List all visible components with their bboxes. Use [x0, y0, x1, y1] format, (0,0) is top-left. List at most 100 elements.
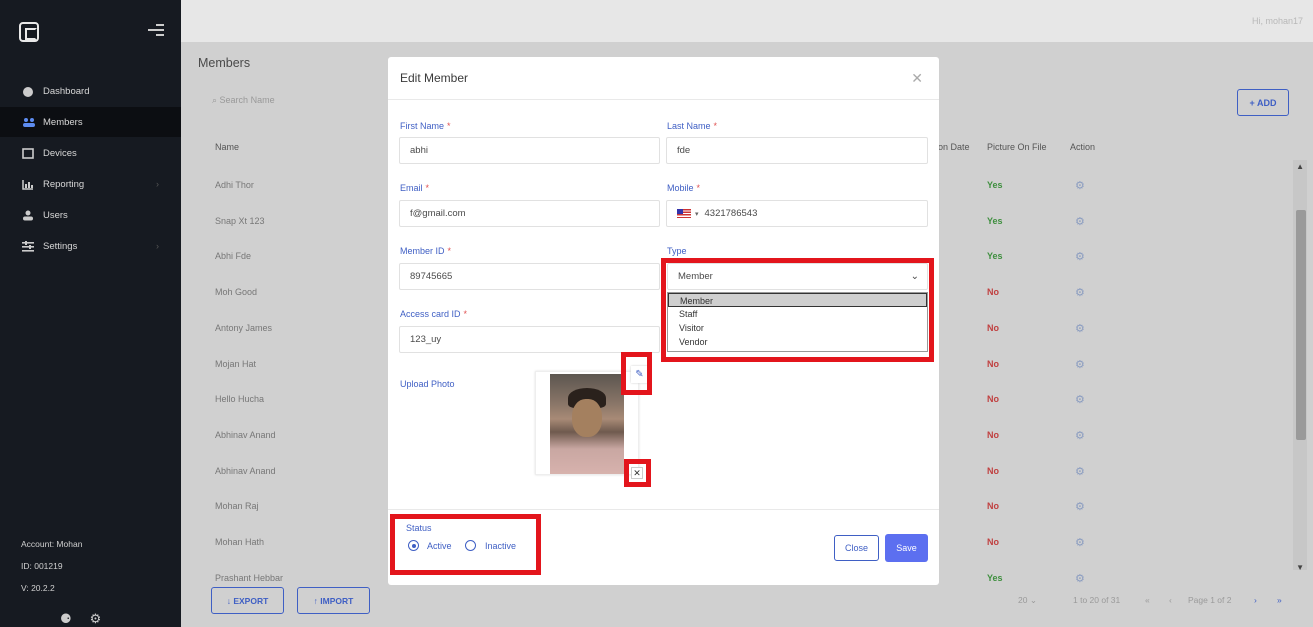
column-header-action: Action — [1070, 142, 1096, 152]
sidebar-item-label: Settings — [43, 240, 78, 252]
device-icon — [22, 147, 34, 159]
row-action-gear-icon[interactable]: ⚙ — [1075, 429, 1085, 442]
row-action-gear-icon[interactable]: ⚙ — [1075, 322, 1085, 335]
page-indicator: Page 1 of 2 — [1188, 595, 1232, 605]
sidebar-item-members[interactable]: Members — [0, 107, 181, 137]
toggle-icon[interactable]: ⚈ — [60, 611, 72, 627]
app-version: V: 20.2.2 — [21, 583, 55, 593]
chevron-right-icon: › — [156, 241, 159, 251]
close-icon[interactable]: ✕ — [911, 70, 923, 87]
table-row-name: Abhinav Anand — [215, 429, 276, 440]
search-input[interactable]: ⌕ Search Name — [212, 95, 275, 106]
dashboard-icon — [22, 86, 34, 97]
first-name-field[interactable]: abhi — [399, 137, 660, 164]
import-button[interactable]: ↑ IMPORT — [297, 587, 370, 614]
highlight-type-dropdown — [661, 258, 934, 362]
prev-page-button[interactable]: ‹ — [1169, 595, 1172, 605]
row-action-gear-icon[interactable]: ⚙ — [1075, 465, 1085, 478]
table-row-name: Mohan Raj — [215, 501, 259, 512]
table-row-picture-status: No — [987, 358, 999, 369]
scrollbar[interactable] — [1293, 160, 1307, 570]
range-text: 1 to 20 of 31 — [1073, 595, 1121, 605]
row-action-gear-icon[interactable]: ⚙ — [1075, 215, 1085, 228]
menu-toggle-icon[interactable] — [148, 24, 164, 38]
table-row-name: Mojan Hat — [215, 358, 257, 369]
row-action-gear-icon[interactable]: ⚙ — [1075, 572, 1085, 585]
next-page-button[interactable]: › — [1254, 595, 1257, 605]
member-id-label: Member ID * — [400, 246, 452, 256]
table-row-picture-status: No — [987, 287, 999, 298]
table-row-picture-status: Yes — [987, 215, 1003, 226]
sidebar-item-label: Dashboard — [43, 85, 90, 97]
mobile-field[interactable]: ▾ 4321786543 — [666, 200, 928, 227]
column-header-name[interactable]: Name — [215, 142, 239, 152]
dialog-title: Edit Member — [400, 71, 469, 85]
row-action-gear-icon[interactable]: ⚙ — [1075, 393, 1085, 406]
column-header-picture[interactable]: Picture On File — [987, 142, 1047, 152]
table-row-name: Adhi Thor — [215, 180, 254, 190]
sidebar-item-settings[interactable]: Settings › — [0, 231, 181, 261]
close-button[interactable]: Close — [834, 535, 879, 561]
account-id: ID: 001219 — [21, 561, 63, 571]
save-button[interactable]: Save — [885, 534, 928, 562]
table-row-name: Prashant Hebbar — [215, 572, 284, 583]
table-row-name: Abhinav Anand — [215, 465, 276, 476]
email-field[interactable]: f@gmail.com — [399, 200, 660, 227]
row-action-gear-icon[interactable]: ⚙ — [1075, 358, 1085, 371]
table-row-picture-status: No — [987, 537, 999, 547]
caret-down-icon[interactable]: ▾ — [695, 210, 699, 218]
row-action-gear-icon[interactable]: ⚙ — [1075, 286, 1085, 299]
column-header-date[interactable]: on Date — [938, 142, 970, 152]
row-action-gear-icon[interactable]: ⚙ — [1075, 179, 1085, 192]
sidebar-item-label: Users — [43, 209, 68, 221]
last-page-button[interactable]: » — [1277, 595, 1282, 605]
access-card-field[interactable]: 123_uy — [399, 326, 660, 353]
sidebar-item-devices[interactable]: Devices — [0, 138, 181, 168]
row-action-gear-icon[interactable]: ⚙ — [1075, 500, 1085, 513]
table-row-name: Hello Hucha — [215, 394, 265, 405]
gear-icon[interactable]: ⚙ — [90, 611, 102, 627]
sliders-icon — [22, 240, 34, 252]
table-row-name: Moh Good — [215, 287, 258, 298]
table-row-name: Abhi Fde — [215, 251, 252, 262]
add-member-button[interactable]: + ADD — [1237, 89, 1289, 116]
user-icon — [22, 210, 34, 221]
table-row-name: Antony James — [215, 322, 273, 333]
upload-photo-label: Upload Photo — [400, 379, 455, 389]
mobile-label: Mobile * — [667, 183, 701, 193]
highlight-delete-photo — [624, 459, 651, 487]
user-greeting[interactable]: Hi, mohan17 — [1252, 16, 1303, 26]
scroll-up-icon[interactable]: ▲ — [1296, 162, 1304, 171]
members-icon — [22, 117, 35, 128]
table-row-picture-status: No — [987, 429, 999, 440]
last-name-label: Last Name * — [667, 121, 718, 131]
us-flag-icon[interactable] — [677, 209, 691, 218]
page-title: Members — [198, 56, 251, 70]
sidebar-item-label: Reporting — [43, 178, 85, 190]
table-row-picture-status: No — [987, 465, 999, 476]
sidebar-item-users[interactable]: Users — [0, 200, 181, 230]
access-card-label: Access card ID * — [400, 309, 468, 319]
table-row-picture-status: No — [987, 394, 999, 405]
search-icon: ⌕ — [212, 95, 220, 105]
page-size-select[interactable]: 20 ⌄ — [1018, 595, 1037, 606]
highlight-edit-photo — [621, 352, 652, 395]
last-name-field[interactable]: fde — [666, 137, 928, 164]
table-row-picture-status: No — [987, 501, 999, 512]
row-action-gear-icon[interactable]: ⚙ — [1075, 536, 1085, 549]
scroll-down-icon[interactable]: ▼ — [1296, 563, 1304, 572]
highlight-status — [390, 514, 541, 575]
member-id-field[interactable]: 89745665 — [399, 263, 660, 290]
first-page-button[interactable]: « — [1145, 595, 1150, 605]
account-name: Account: Mohan — [21, 539, 83, 549]
table-row-name: Mohan Hath — [215, 537, 265, 547]
sidebar-item-label: Members — [43, 116, 83, 128]
export-button[interactable]: ↓ EXPORT — [211, 587, 284, 614]
table-row-picture-status: Yes — [987, 572, 1003, 583]
table-row-name: Snap Xt 123 — [215, 215, 265, 226]
row-action-gear-icon[interactable]: ⚙ — [1075, 250, 1085, 263]
sidebar-item-dashboard[interactable]: Dashboard — [0, 76, 181, 106]
sidebar-item-reporting[interactable]: Reporting › — [0, 169, 181, 199]
chevron-right-icon: › — [156, 179, 159, 189]
sidebar: Dashboard Members Devices Reporting › Us… — [0, 0, 181, 627]
